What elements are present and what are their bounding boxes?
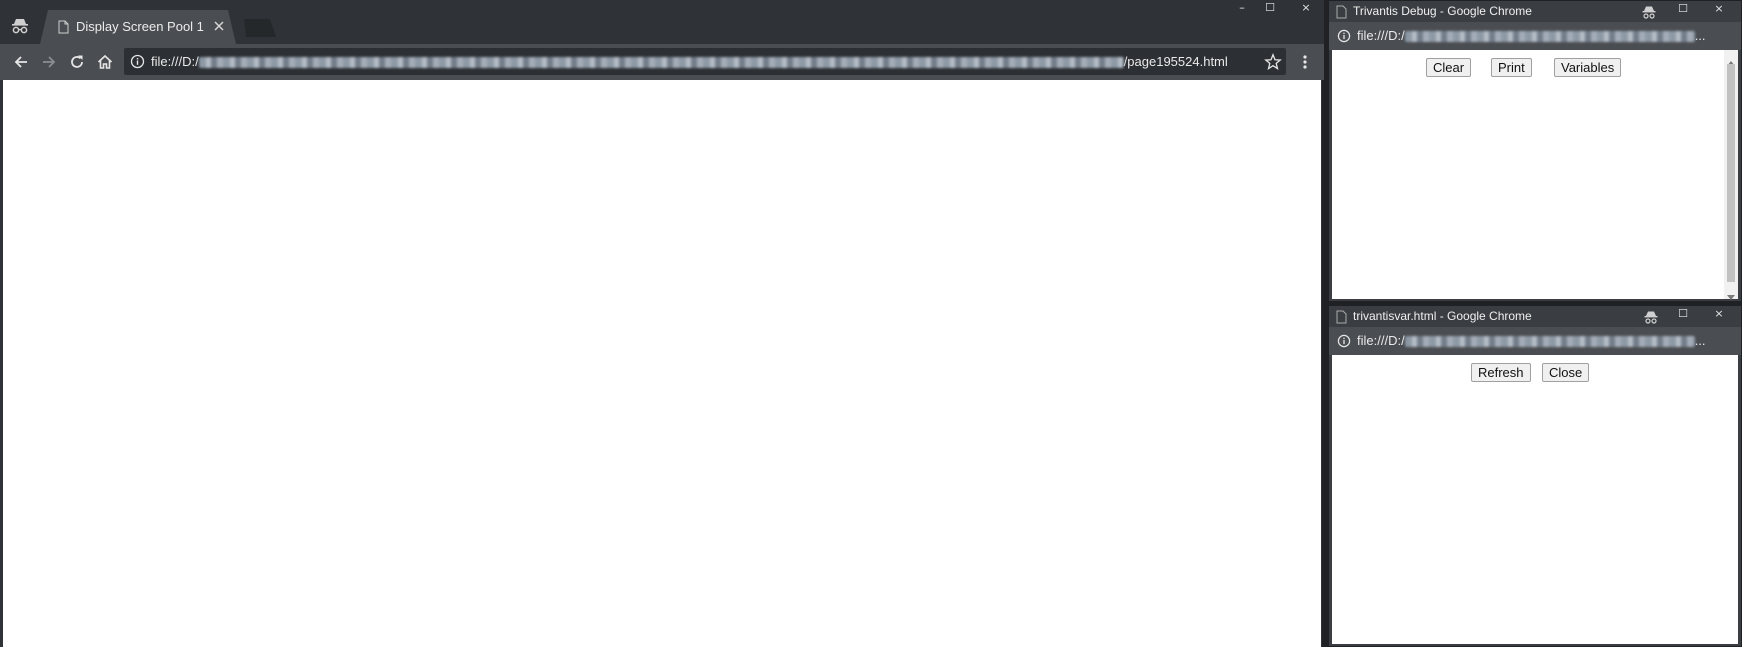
close-window-button[interactable]: ×: [1701, 306, 1737, 324]
info-icon[interactable]: [1337, 29, 1351, 43]
incognito-icon: [1643, 309, 1659, 325]
info-icon[interactable]: [130, 54, 145, 69]
redacted-url-segment: [1404, 31, 1695, 43]
url-prefix: file:///D:/: [151, 54, 199, 69]
maximize-button[interactable]: ☐: [1669, 306, 1697, 324]
tab-close-icon[interactable]: [212, 19, 226, 33]
tab-display-screen-pool[interactable]: Display Screen Pool 1: [40, 10, 236, 44]
vars-url: file:///D:/...: [1357, 333, 1706, 348]
url-suffix: /page195524.html: [1123, 54, 1228, 69]
debug-titlebar: Trivantis Debug - Google Chrome ☐ ×: [1329, 1, 1741, 22]
window-controls: – ☐ ×: [1228, 0, 1324, 18]
page-icon: [1336, 310, 1347, 324]
kebab-menu-icon[interactable]: [1300, 53, 1310, 71]
url-prefix: file:///D:/: [1357, 28, 1405, 43]
redacted-url-segment: [1404, 336, 1695, 348]
maximize-button[interactable]: ☐: [1256, 0, 1284, 18]
debug-content: Clear Print Variables: [1332, 50, 1738, 300]
vars-titlebar: trivantisvar.html - Google Chrome ☐ ×: [1329, 306, 1741, 327]
url-ellipsis: ...: [1694, 28, 1706, 43]
vars-window-title: trivantisvar.html - Google Chrome: [1353, 309, 1532, 323]
scroll-up-icon[interactable]: [1727, 54, 1735, 66]
page-content: [3, 80, 1321, 647]
debug-addressbar: file:///D:/...: [1329, 22, 1741, 50]
url-prefix: file:///D:/: [1357, 333, 1405, 348]
variables-button[interactable]: Variables: [1554, 58, 1622, 77]
debug-url: file:///D:/...: [1357, 28, 1706, 43]
vertical-scrollbar[interactable]: [1724, 50, 1738, 300]
new-tab-button[interactable]: [244, 19, 276, 37]
maximize-button[interactable]: ☐: [1669, 1, 1697, 19]
back-arrow-icon[interactable]: [12, 53, 30, 71]
forward-arrow-icon[interactable]: [40, 53, 58, 71]
refresh-button[interactable]: Refresh: [1471, 363, 1531, 382]
close-window-button[interactable]: ×: [1701, 1, 1737, 19]
scrollbar-thumb[interactable]: [1727, 64, 1735, 282]
page-icon: [58, 20, 69, 34]
scroll-down-icon[interactable]: [1727, 289, 1735, 300]
incognito-icon: [10, 16, 30, 36]
main-browser-window: Display Screen Pool 1 – ☐ × file:///D:/ …: [0, 0, 1324, 647]
page-icon: [1336, 5, 1347, 19]
reload-icon[interactable]: [68, 53, 86, 71]
toolbar: file:///D:/ /page195524.html: [0, 44, 1324, 80]
home-icon[interactable]: [96, 53, 114, 71]
tab-strip: Display Screen Pool 1 – ☐ ×: [0, 0, 1324, 44]
debug-window-title: Trivantis Debug - Google Chrome: [1353, 4, 1532, 18]
variables-popup-window: trivantisvar.html - Google Chrome ☐ × fi…: [1328, 305, 1742, 647]
print-button[interactable]: Print: [1491, 58, 1532, 77]
star-icon[interactable]: [1264, 53, 1282, 71]
vars-content: Refresh Close: [1332, 355, 1738, 644]
debug-popup-window: Trivantis Debug - Google Chrome ☐ × file…: [1328, 0, 1742, 302]
vars-addressbar: file:///D:/...: [1329, 327, 1741, 355]
incognito-icon: [1641, 4, 1657, 20]
minimize-button[interactable]: –: [1228, 0, 1256, 18]
clear-button[interactable]: Clear: [1426, 58, 1472, 77]
url-text: file:///D:/ /page195524.html: [151, 54, 1228, 69]
omnibox[interactable]: file:///D:/ /page195524.html: [124, 48, 1286, 75]
close-button[interactable]: Close: [1542, 363, 1590, 382]
close-window-button[interactable]: ×: [1288, 0, 1324, 18]
url-ellipsis: ...: [1694, 333, 1706, 348]
info-icon[interactable]: [1337, 334, 1351, 348]
redacted-url-segment: [198, 57, 1124, 69]
tab-title: Display Screen Pool 1: [76, 19, 204, 34]
